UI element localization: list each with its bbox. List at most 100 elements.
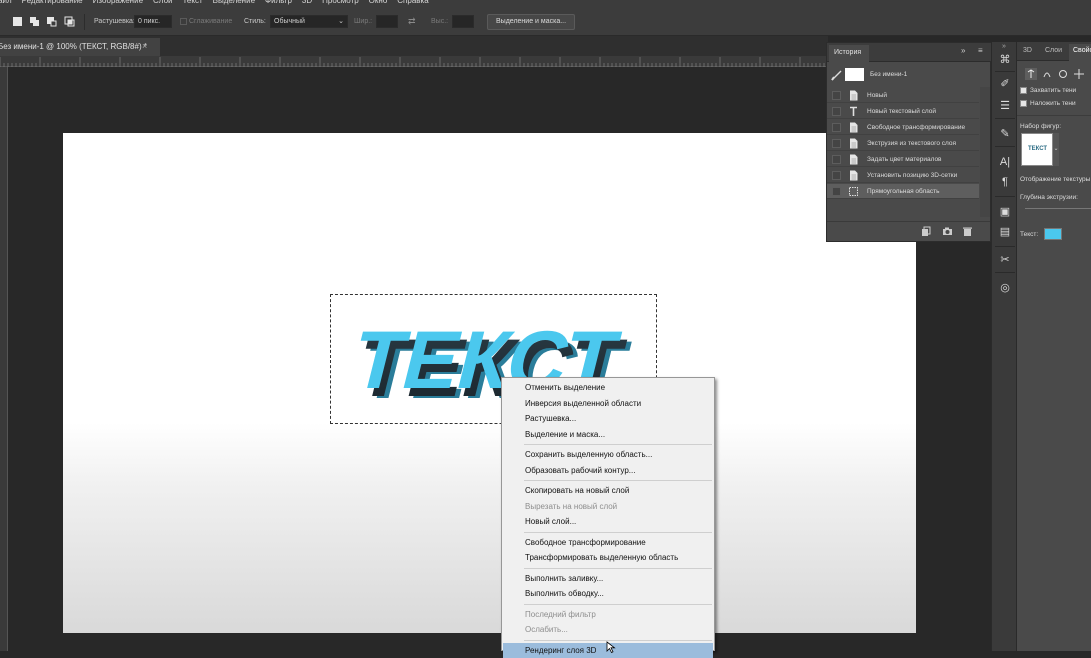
adjustments-icon[interactable]: ☰ [997, 98, 1013, 114]
style-select-value: Обычный [274, 18, 305, 25]
history-scrollbar[interactable] [980, 87, 990, 217]
history-row[interactable]: Задать цвет материалов [827, 152, 979, 167]
tools-icon[interactable]: ✂ [997, 252, 1013, 268]
brush-icon[interactable]: ✎ [997, 126, 1013, 142]
document-tab[interactable]: Без имени-1 @ 100% (ТЕКСТ, RGB/8#) * × [0, 38, 160, 56]
history-row-label: Задать цвет материалов [867, 156, 942, 163]
trash-icon[interactable] [962, 226, 973, 237]
extrusion-depth-slider[interactable] [1025, 208, 1091, 209]
style-select[interactable]: Обычный ⌄ [270, 15, 348, 28]
menu-separator [524, 444, 712, 445]
document-icon [849, 170, 858, 181]
options-bar: Растушевка: 0 пикс. Сглаживание Стиль: О… [0, 8, 1091, 36]
tab-layers[interactable]: Слои [1045, 47, 1062, 54]
strip-collapse-icon[interactable]: » [993, 43, 1015, 50]
context-menu-item[interactable]: Отменить выделение [503, 380, 713, 395]
collapse-icon[interactable]: » [961, 46, 965, 55]
width-input[interactable] [376, 15, 398, 28]
shape-preset-thumbnail[interactable]: ТЕКСТ [1021, 133, 1053, 166]
menu-item[interactable]: Текст [182, 0, 202, 5]
history-row[interactable]: Свободное трансформирование [827, 120, 979, 135]
history-brush-icon[interactable] [831, 70, 842, 81]
history-row-label: Экструзия из текстового слоя [867, 140, 957, 147]
mesh-icon[interactable] [1025, 68, 1037, 80]
context-menu-item[interactable]: Сохранить выделенную область... [503, 447, 713, 462]
libraries-icon[interactable]: ◎ [997, 280, 1013, 296]
history-source-checkbox[interactable] [832, 155, 841, 164]
intersect-selection-icon[interactable] [64, 16, 75, 27]
tab-3d[interactable]: 3D [1023, 47, 1032, 54]
cast-shadows-checkbox[interactable] [1020, 87, 1027, 94]
new-document-from-state-icon[interactable] [920, 226, 931, 237]
subtract-selection-icon[interactable] [46, 16, 57, 27]
panel-menu-icon[interactable]: ≡ [978, 46, 983, 55]
history-source-checkbox[interactable] [832, 107, 841, 116]
context-menu-item[interactable]: Выделение и маска... [503, 427, 713, 442]
text-color-swatch[interactable] [1044, 228, 1062, 240]
context-menu-item[interactable]: Новый слой... [503, 514, 713, 529]
history-source-checkbox[interactable] [832, 123, 841, 132]
history-row[interactable]: Прямоугольная область [827, 184, 979, 199]
history-source-checkbox[interactable] [832, 139, 841, 148]
menu-item[interactable]: Просмотр [322, 0, 359, 5]
history-source-checkbox[interactable] [832, 91, 841, 100]
history-row[interactable]: Установить позицию 3D-сетки [827, 168, 979, 183]
history-row[interactable]: Экструзия из текстового слоя [827, 136, 979, 151]
menu-item[interactable]: Справка [397, 0, 428, 5]
menu-item[interactable]: Выделение [213, 0, 255, 5]
history-panel: История » ≡ Без имени-1 Новый Новый текст… [826, 42, 992, 242]
panel-tool-strip: » ⌘ ✐ ☰ ✎ A| ¶ ▣ ▤ ✂ ◎ [991, 42, 1017, 651]
layer-comps-icon[interactable]: ▣ [997, 204, 1013, 220]
history-source-checkbox[interactable] [832, 171, 841, 180]
context-menu-item[interactable]: Образовать рабочий контур... [503, 463, 713, 478]
menu-item[interactable]: Фильтр [265, 0, 292, 5]
history-source-checkbox[interactable] [832, 187, 841, 196]
swap-icon[interactable]: ⇄ [408, 16, 416, 27]
character-icon[interactable]: A| [997, 154, 1013, 170]
divider [995, 71, 1015, 72]
menu-item[interactable]: Окно [369, 0, 388, 5]
history-panel-icon[interactable]: ⌘ [997, 52, 1013, 68]
antialias-label: Сглаживание [189, 18, 233, 25]
brush-preset-icon[interactable]: ✐ [997, 76, 1013, 92]
add-selection-icon[interactable] [29, 16, 40, 27]
deformation-icon[interactable] [1041, 68, 1053, 80]
history-row[interactable]: Новый [827, 88, 979, 103]
menu-item[interactable]: Редактирование [22, 0, 83, 5]
3d-layer-icon[interactable]: ▤ [997, 224, 1013, 240]
context-menu-item[interactable]: Инверсия выделенной области [503, 396, 713, 411]
shape-preset-label: Набор фигур: [1020, 123, 1062, 130]
context-menu-item[interactable]: Выполнить заливку... [503, 571, 713, 586]
cap-icon[interactable] [1057, 68, 1069, 80]
new-selection-icon[interactable] [12, 16, 23, 27]
context-menu-item[interactable]: Скопировать на новый слой [503, 483, 713, 498]
context-menu-item[interactable]: Свободное трансформирование [503, 535, 713, 550]
height-label: Выс.: [431, 18, 449, 25]
context-menu-item[interactable]: Выполнить обводку... [503, 586, 713, 601]
history-row-label: Прямоугольная область [867, 188, 940, 195]
menu-item[interactable]: Изображение [93, 0, 143, 5]
close-icon[interactable]: × [142, 41, 147, 51]
chevron-down-icon[interactable]: ⌄ [1053, 133, 1059, 166]
menu-item[interactable]: Слой [153, 0, 172, 5]
context-menu-item[interactable]: Трансформировать выделенную область [503, 550, 713, 565]
antialias-checkbox[interactable] [180, 18, 187, 25]
feather-input[interactable]: 0 пикс. [134, 15, 172, 28]
width-label: Шир.: [354, 18, 373, 25]
history-row[interactable]: Новый текстовый слой [827, 104, 979, 119]
menu-item[interactable]: Файл [0, 0, 12, 5]
menu-item[interactable]: 3D [302, 0, 312, 5]
height-input[interactable] [452, 15, 474, 28]
camera-icon[interactable] [942, 226, 953, 237]
cast-shadows-label: Захватить тени [1030, 87, 1077, 94]
context-menu-item[interactable]: Растушевка... [503, 411, 713, 426]
coordinates-icon[interactable] [1073, 68, 1085, 80]
tab-history[interactable]: История [829, 45, 869, 62]
tab-properties[interactable]: Свойства [1069, 44, 1091, 61]
select-and-mask-button[interactable]: Выделение и маска... [487, 14, 576, 30]
paragraph-icon[interactable]: ¶ [997, 174, 1013, 190]
context-menu: Отменить выделение Инверсия выделенной об… [501, 377, 715, 658]
divider [84, 14, 85, 30]
history-snapshot[interactable]: Без имени-1 [827, 65, 992, 85]
receive-shadows-checkbox[interactable] [1020, 100, 1027, 107]
